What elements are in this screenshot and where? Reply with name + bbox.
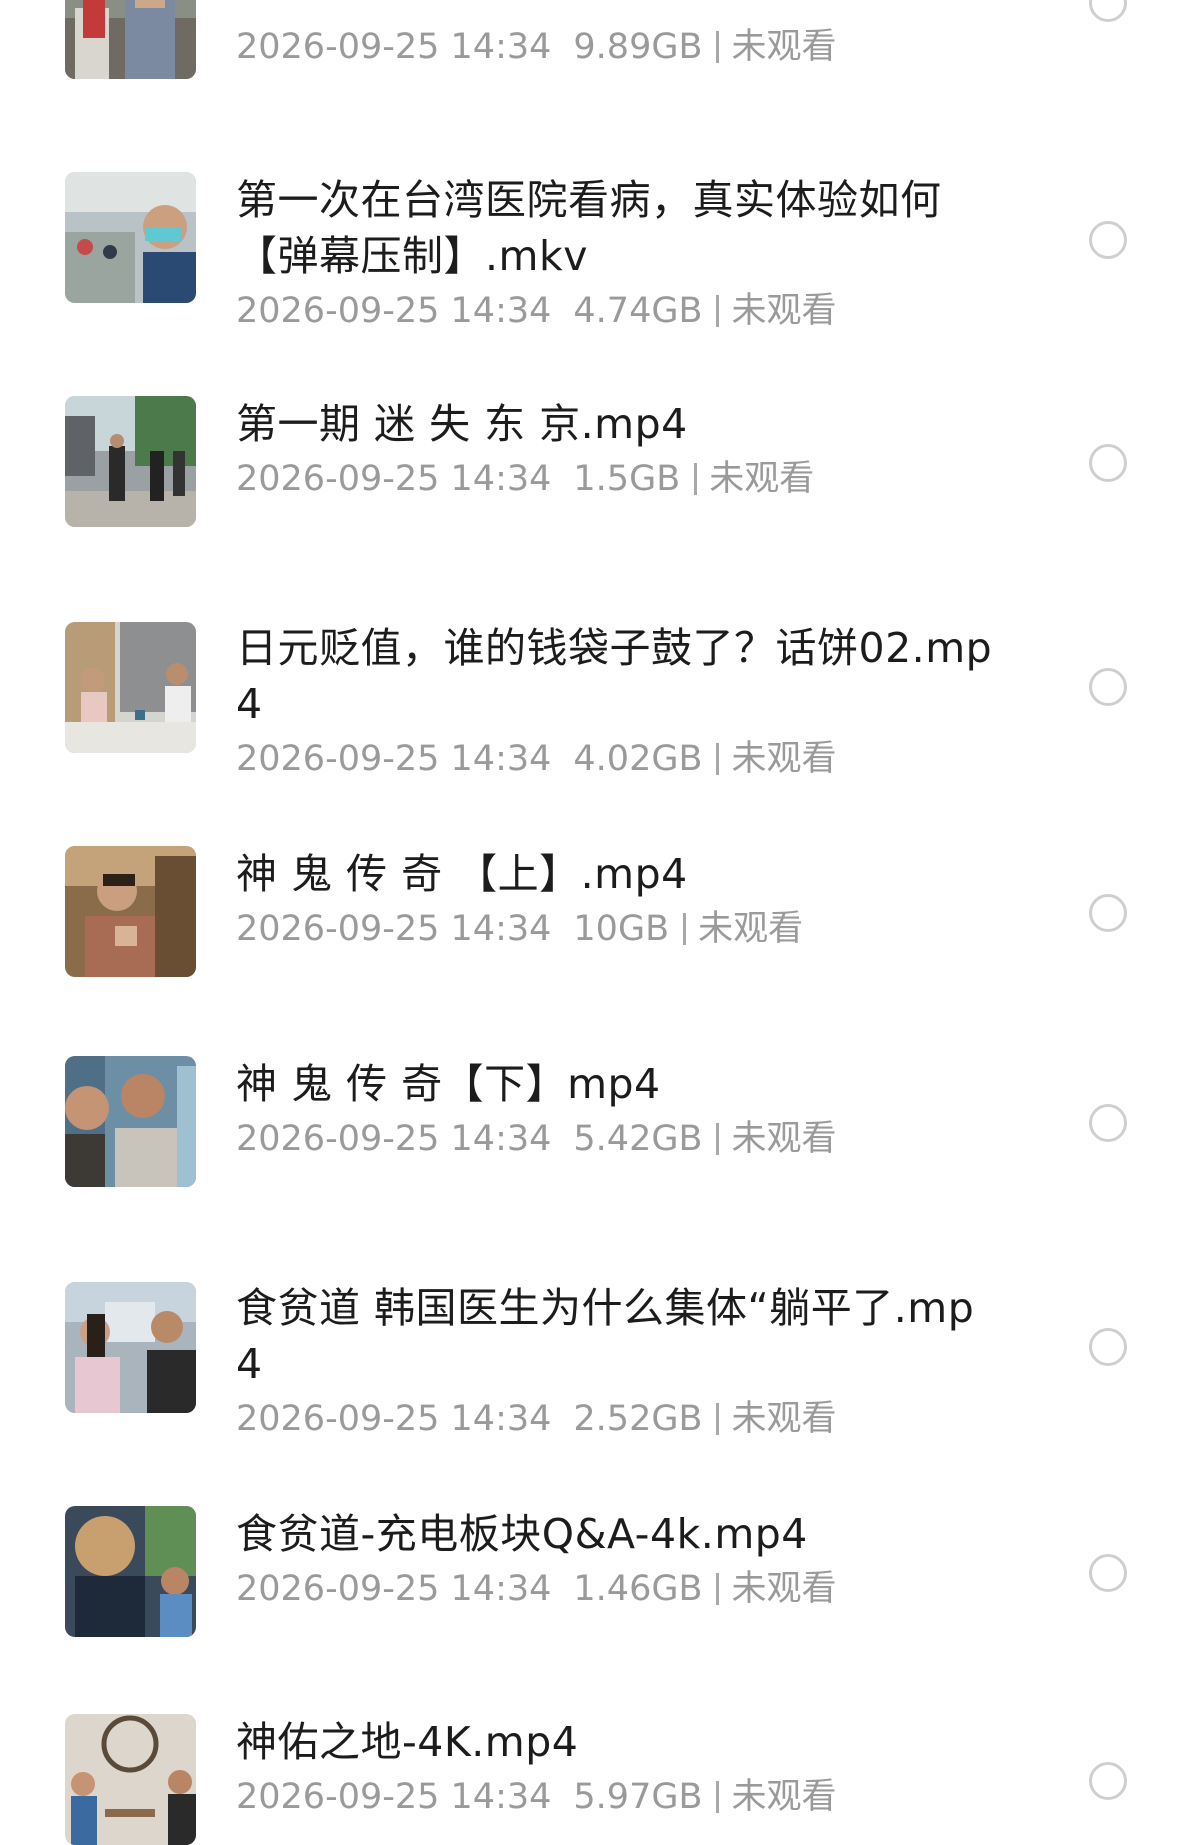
file-date: 2026-09-25 14:34 xyxy=(236,1119,552,1159)
file-date: 2026-09-25 14:34 xyxy=(236,909,552,949)
file-date: 2026-09-25 14:34 xyxy=(236,1569,552,1609)
video-thumbnail xyxy=(65,1056,196,1187)
watch-status: 未观看 xyxy=(731,291,837,331)
file-name: 日元贬值，谁的钱袋子鼓了？话饼02.mp4 xyxy=(236,624,993,728)
video-thumbnail xyxy=(65,0,196,79)
file-size: 2.52GB xyxy=(573,1399,703,1439)
file-date: 2026-09-25 14:34 xyxy=(236,459,552,499)
select-radio[interactable] xyxy=(1089,668,1127,706)
meta-divider xyxy=(716,1403,720,1435)
video-thumbnail xyxy=(65,1714,196,1845)
select-radio[interactable] xyxy=(1089,1554,1127,1592)
file-size: 1.5GB xyxy=(573,459,681,499)
video-thumbnail xyxy=(65,1506,196,1637)
meta-divider xyxy=(716,743,720,775)
file-size: 10GB xyxy=(573,909,670,949)
file-meta: 2026-09-25 14:34 1.46GB 未观看 xyxy=(236,1564,996,1614)
file-name: 第一期 迷 失 东 京.mp4 xyxy=(236,400,688,448)
file-name: 神佑之地-4K.mp4 xyxy=(236,1718,579,1766)
select-radio[interactable] xyxy=(1089,1762,1127,1800)
watch-status: 未观看 xyxy=(731,27,837,67)
file-name: 第一次在台湾医院看病，真实体验如何【弹幕压制】.mkv xyxy=(236,176,942,280)
video-thumbnail xyxy=(65,172,196,303)
meta-divider xyxy=(716,31,720,63)
watch-status: 未观看 xyxy=(731,1777,837,1817)
watch-status: 未观看 xyxy=(731,739,837,779)
video-thumbnail xyxy=(65,396,196,527)
meta-divider xyxy=(716,1781,720,1813)
file-name: 食贫道 韩国医生为什么集体“躺平了.mp4 xyxy=(236,1284,975,1388)
file-size: 9.89GB xyxy=(573,27,703,67)
file-date: 2026-09-25 14:34 xyxy=(236,291,552,331)
file-size: 4.74GB xyxy=(573,291,703,331)
video-thumbnail xyxy=(65,1282,196,1413)
select-radio[interactable] xyxy=(1089,1104,1127,1142)
file-size: 4.02GB xyxy=(573,739,703,779)
file-size: 5.97GB xyxy=(573,1777,703,1817)
select-radio[interactable] xyxy=(1089,0,1127,22)
file-name: 神 鬼 传 奇【下】mp4 xyxy=(236,1060,661,1108)
select-radio[interactable] xyxy=(1089,894,1127,932)
file-meta: 2026-09-25 14:34 5.97GB 未观看 xyxy=(236,1772,996,1822)
watch-status: 未观看 xyxy=(731,1399,837,1439)
file-size: 1.46GB xyxy=(573,1569,703,1609)
watch-status: 未观看 xyxy=(709,459,815,499)
watch-status: 未观看 xyxy=(731,1569,837,1609)
file-meta: 2026-09-25 14:34 2.52GB 未观看 xyxy=(236,1394,996,1444)
file-meta: 2026-09-25 14:34 5.42GB 未观看 xyxy=(236,1114,996,1164)
file-size: 5.42GB xyxy=(573,1119,703,1159)
meta-divider xyxy=(716,1123,720,1155)
file-meta: 2026-09-25 14:34 4.02GB 未观看 xyxy=(236,734,996,784)
video-thumbnail xyxy=(65,846,196,977)
watch-status: 未观看 xyxy=(698,909,804,949)
file-meta: 2026-09-25 14:34 10GB 未观看 xyxy=(236,904,996,954)
file-name: 神 鬼 传 奇 【上】.mp4 xyxy=(236,850,688,898)
video-file-list: 2026-09-25 14:34 9.89GB 未观看 第一次在台湾医院看病，真实体… xyxy=(0,0,1200,1845)
file-date: 2026-09-25 14:34 xyxy=(236,1399,552,1439)
meta-divider xyxy=(683,913,687,945)
meta-divider xyxy=(716,295,720,327)
file-meta: 2026-09-25 14:34 4.74GB 未观看 xyxy=(236,286,996,336)
select-radio[interactable] xyxy=(1089,1328,1127,1366)
file-date: 2026-09-25 14:34 xyxy=(236,739,552,779)
file-date: 2026-09-25 14:34 xyxy=(236,27,552,67)
watch-status: 未观看 xyxy=(731,1119,837,1159)
select-radio[interactable] xyxy=(1089,221,1127,259)
video-thumbnail xyxy=(65,622,196,753)
file-meta: 2026-09-25 14:34 1.5GB 未观看 xyxy=(236,454,996,504)
file-date: 2026-09-25 14:34 xyxy=(236,1777,552,1817)
select-radio[interactable] xyxy=(1089,444,1127,482)
file-name: 食贫道-充电板块Q&A-4k.mp4 xyxy=(236,1510,808,1558)
meta-divider xyxy=(694,463,698,495)
meta-divider xyxy=(716,1573,720,1605)
file-meta: 2026-09-25 14:34 9.89GB 未观看 xyxy=(236,22,996,72)
